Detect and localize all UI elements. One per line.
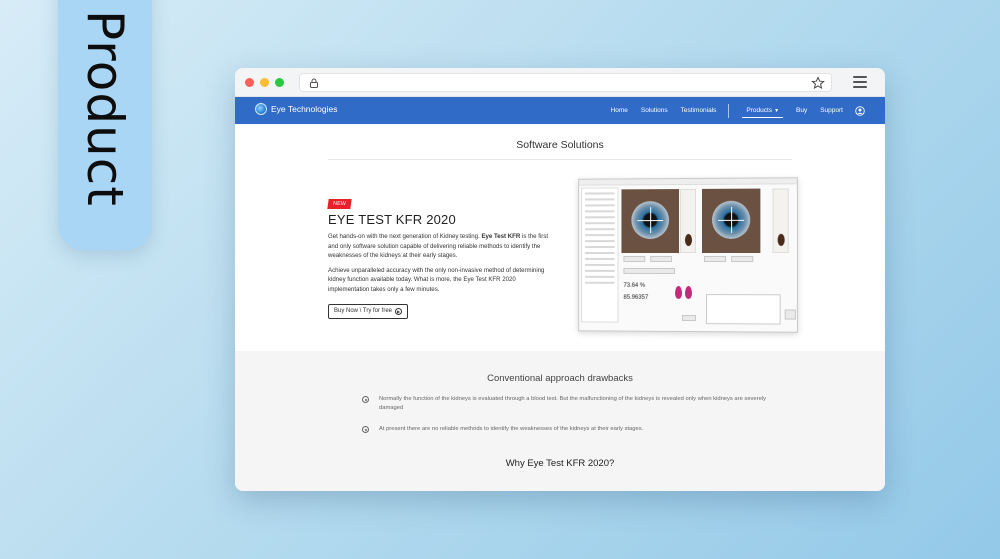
app-button-4 bbox=[731, 256, 753, 262]
app-button-7 bbox=[785, 309, 796, 319]
desc-product-name: Eye Test KFR bbox=[481, 233, 520, 240]
maximize-window-button[interactable] bbox=[275, 78, 284, 87]
app-titlebar bbox=[579, 178, 797, 185]
brand-name: Eye Technologies bbox=[271, 104, 337, 114]
arrow-right-icon: ▶ bbox=[395, 308, 402, 315]
drawback-item: At present there are no reliable methods… bbox=[352, 425, 772, 434]
bookmark-star-icon[interactable] bbox=[811, 76, 825, 90]
app-button-5 bbox=[623, 268, 675, 274]
bullet-circle-icon bbox=[362, 426, 369, 433]
software-screenshot: 73.64 % 85.96357 bbox=[578, 177, 798, 332]
app-button-1 bbox=[623, 256, 645, 262]
nav-solutions[interactable]: Solutions bbox=[641, 107, 668, 114]
why-title: Why Eye Test KFR 2020? bbox=[235, 458, 885, 469]
nav-products-label: Products bbox=[746, 107, 772, 114]
nav-links: Home Solutions Testimonials Products ▼ Bu… bbox=[598, 97, 865, 124]
lock-icon bbox=[308, 77, 320, 89]
app-data-panel bbox=[581, 187, 618, 322]
app-notes-box bbox=[706, 294, 781, 324]
product-tag-label: Product bbox=[76, 10, 134, 207]
eye-image-right bbox=[702, 189, 760, 253]
bullet-circle-icon bbox=[362, 396, 369, 403]
user-account-icon[interactable] bbox=[855, 106, 865, 116]
section-title: Software Solutions bbox=[328, 139, 792, 160]
nav-testimonials[interactable]: Testimonials bbox=[681, 107, 717, 114]
eye-side-left bbox=[680, 189, 696, 253]
eye-logo-icon bbox=[255, 103, 267, 115]
app-button-2 bbox=[650, 256, 672, 262]
drawbacks-section: Conventional approach drawbacks Normally… bbox=[235, 351, 885, 491]
desc-part-a: Get hands-on with the next generation of… bbox=[328, 233, 481, 240]
buy-try-button[interactable]: Buy Now \ Try for free ▶ bbox=[328, 304, 408, 319]
address-bar[interactable] bbox=[299, 73, 832, 92]
product-accuracy-text: Achieve unparalleled accuracy with the o… bbox=[328, 266, 558, 295]
product-description: Get hands-on with the next generation of… bbox=[328, 232, 558, 261]
nav-buy[interactable]: Buy bbox=[796, 107, 807, 114]
nav-products[interactable]: Products ▼ bbox=[742, 107, 783, 118]
product-hero: NEW EYE TEST KFR 2020 Get hands-on with … bbox=[328, 192, 558, 319]
nav-home[interactable]: Home bbox=[611, 107, 628, 114]
result-value-2: 85.96357 bbox=[623, 295, 648, 301]
eye-side-right bbox=[773, 188, 789, 253]
product-tag: Product bbox=[58, 0, 152, 250]
drawbacks-title: Conventional approach drawbacks bbox=[235, 373, 885, 384]
buy-try-label: Buy Now \ Try for free bbox=[334, 308, 392, 314]
brand[interactable]: Eye Technologies bbox=[255, 103, 337, 115]
nav-support[interactable]: Support bbox=[820, 107, 843, 114]
kidney-left-icon bbox=[675, 286, 682, 299]
browser-window: Eye Technologies Home Solutions Testimon… bbox=[235, 68, 885, 491]
browser-menu-icon[interactable] bbox=[853, 76, 867, 88]
new-badge: NEW bbox=[327, 199, 351, 209]
eye-image-left bbox=[621, 189, 679, 253]
drawback-text-2: At present there are no reliable methods… bbox=[379, 425, 643, 434]
nav-divider bbox=[728, 104, 729, 118]
minimize-window-button[interactable] bbox=[260, 78, 269, 87]
caret-down-icon: ▼ bbox=[774, 108, 779, 114]
app-button-6 bbox=[682, 315, 696, 321]
drawback-item: Normally the function of the kidneys is … bbox=[352, 395, 772, 413]
site-navbar: Eye Technologies Home Solutions Testimon… bbox=[235, 97, 885, 124]
result-value-1: 73.64 % bbox=[623, 283, 645, 289]
product-title: EYE TEST KFR 2020 bbox=[328, 212, 558, 227]
browser-toolbar bbox=[235, 68, 885, 97]
drawback-text-1: Normally the function of the kidneys is … bbox=[379, 395, 772, 413]
app-button-3 bbox=[704, 256, 726, 262]
kidney-right-icon bbox=[685, 286, 692, 299]
close-window-button[interactable] bbox=[245, 78, 254, 87]
